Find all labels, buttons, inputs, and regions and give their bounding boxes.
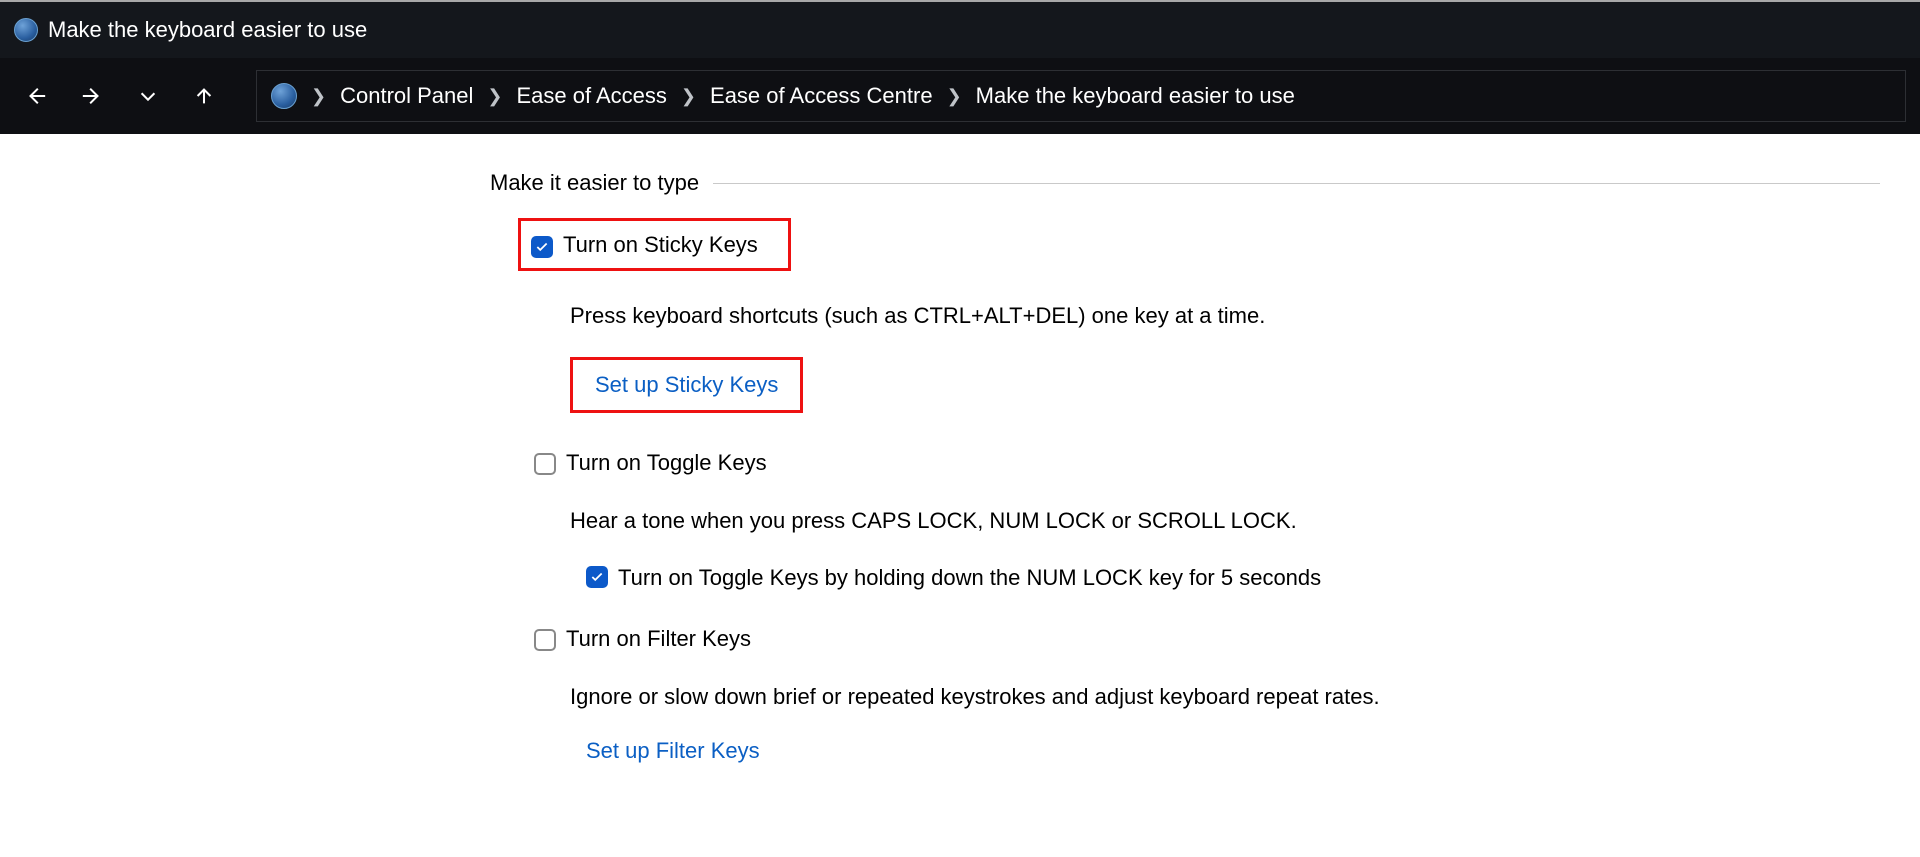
section-heading-text: Make it easier to type: [490, 170, 699, 196]
filter-keys-description: Ignore or slow down brief or repeated ke…: [570, 684, 1880, 710]
filter-keys-checkbox[interactable]: [534, 629, 556, 651]
breadcrumb-ease-of-access[interactable]: Ease of Access: [517, 83, 667, 109]
up-button[interactable]: [182, 74, 226, 118]
chevron-right-icon[interactable]: ❯: [681, 86, 696, 107]
toggle-keys-numlock-label[interactable]: Turn on Toggle Keys by holding down the …: [618, 564, 1321, 591]
address-bar[interactable]: ❯ Control Panel ❯ Ease of Access ❯ Ease …: [256, 70, 1906, 122]
toggle-keys-checkbox[interactable]: [534, 453, 556, 475]
section-heading: Make it easier to type: [490, 170, 1880, 196]
breadcrumb-ease-of-access-centre[interactable]: Ease of Access Centre: [710, 83, 933, 109]
breadcrumb-current[interactable]: Make the keyboard easier to use: [976, 83, 1295, 109]
toggle-keys-label[interactable]: Turn on Toggle Keys: [566, 449, 767, 476]
divider: [713, 183, 1880, 184]
forward-button[interactable]: [70, 74, 114, 118]
chevron-right-icon[interactable]: ❯: [947, 86, 962, 107]
sticky-keys-label[interactable]: Turn on Sticky Keys: [563, 231, 758, 258]
window-title: Make the keyboard easier to use: [48, 17, 367, 43]
toggle-keys-description: Hear a tone when you press CAPS LOCK, NU…: [570, 508, 1880, 534]
setup-filter-keys-link[interactable]: Set up Filter Keys: [586, 738, 760, 764]
toggle-keys-numlock-checkbox[interactable]: [586, 566, 608, 588]
navigation-bar: ❯ Control Panel ❯ Ease of Access ❯ Ease …: [0, 58, 1920, 134]
highlight-sticky-keys-link: Set up Sticky Keys: [570, 357, 803, 413]
highlight-sticky-keys-checkbox: Turn on Sticky Keys: [518, 218, 791, 271]
chevron-right-icon[interactable]: ❯: [311, 86, 326, 107]
setup-sticky-keys-link[interactable]: Set up Sticky Keys: [595, 372, 778, 398]
back-button[interactable]: [14, 74, 58, 118]
chevron-right-icon[interactable]: ❯: [487, 86, 502, 107]
titlebar: Make the keyboard easier to use: [0, 0, 1920, 58]
sticky-keys-checkbox[interactable]: [531, 236, 553, 258]
recent-dropdown-button[interactable]: [126, 74, 170, 118]
ease-of-access-icon: [271, 83, 297, 109]
sticky-keys-description: Press keyboard shortcuts (such as CTRL+A…: [570, 303, 1880, 329]
ease-of-access-icon: [14, 18, 38, 42]
filter-keys-label[interactable]: Turn on Filter Keys: [566, 625, 751, 652]
breadcrumb-control-panel[interactable]: Control Panel: [340, 83, 473, 109]
content-area: Make it easier to type Turn on Sticky Ke…: [0, 134, 1920, 804]
